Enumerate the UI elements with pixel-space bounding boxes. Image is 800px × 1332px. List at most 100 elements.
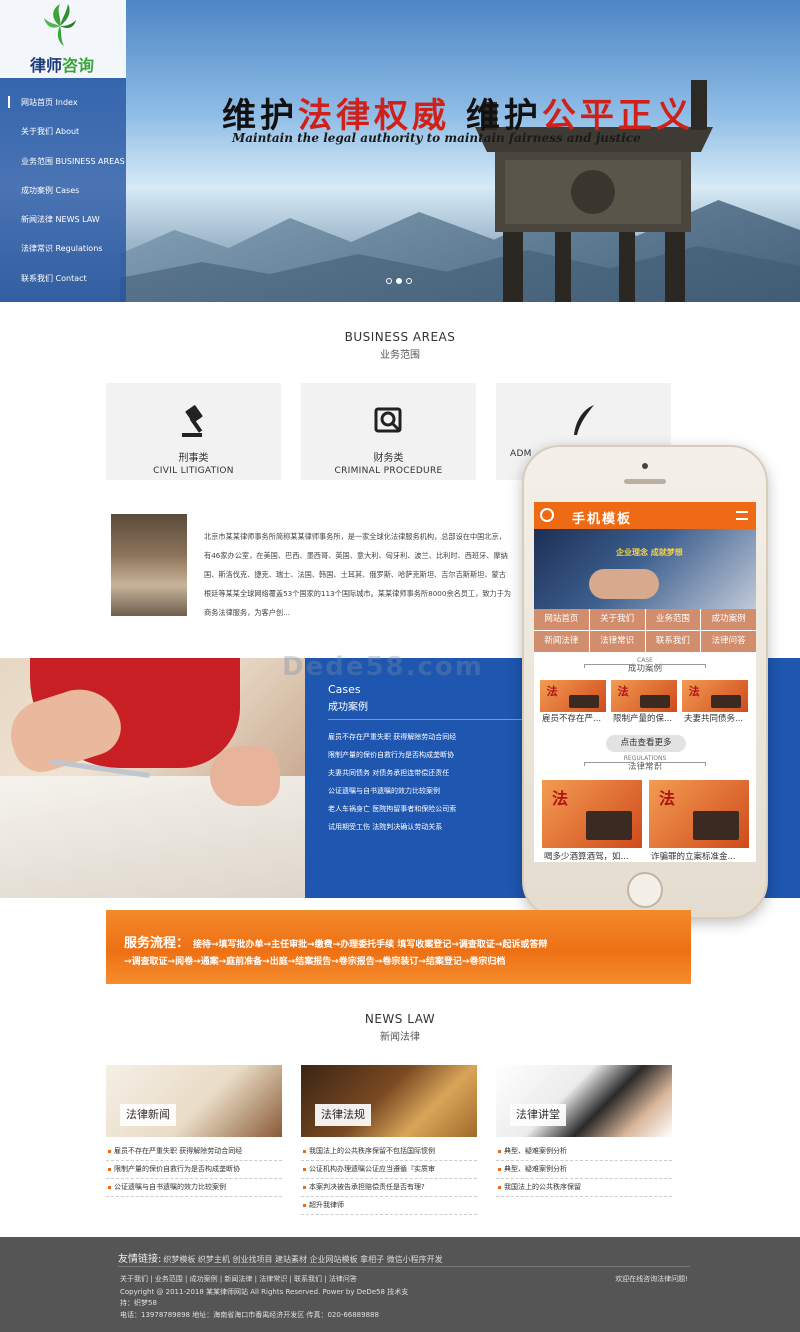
news-image[interactable]: 法律新闻 xyxy=(106,1065,282,1137)
nav-item-regulations[interactable]: 法律常识 Regulations xyxy=(0,234,126,263)
case-link[interactable]: 夫妻共同债务 对债务承担连带偿还责任 xyxy=(328,764,456,782)
phone-nav-item[interactable]: 网站首页 xyxy=(534,609,589,630)
process-line: →调查取证→阅卷→通案→庭前准备→出庭→结案报告→卷宗报告→卷宗装订→结案登记→… xyxy=(124,957,506,967)
phone-nav-item[interactable]: 法律常识 xyxy=(589,631,645,652)
menu-icon[interactable] xyxy=(736,511,748,520)
news-link[interactable]: 我国法上的公共秩序保留 xyxy=(496,1179,672,1197)
phone-nav-item[interactable]: 新闻法律 xyxy=(534,631,589,652)
about-line: 商务法律服务，为客户创... xyxy=(204,608,290,617)
search-icon[interactable] xyxy=(540,508,554,522)
phone-regulation-image[interactable]: 法 xyxy=(542,780,642,848)
business-card-criminal[interactable]: 财务类 CRIMINAL PROCEDURE xyxy=(301,383,476,480)
phone-case-image[interactable]: 法 xyxy=(540,680,606,712)
phone-regulation-image[interactable]: 法 xyxy=(649,780,749,848)
business-areas-title: BUSINESS AREAS 业务范围 xyxy=(0,330,800,361)
news-column: 法律法规 我国法上的公共秩序保留不包括国际惯例 公证机构办理遗嘱公证应当遵循『实… xyxy=(301,1065,477,1215)
phone-case-caption[interactable]: 限制产量的保... xyxy=(613,712,679,724)
nav-item-about[interactable]: 关于我们 About xyxy=(0,117,126,146)
quill-icon xyxy=(573,405,594,435)
friend-links-list[interactable]: 织梦模板 织梦主机 创业找项目 建站素材 企业网站模板 拿相子 微信小程序开发 xyxy=(163,1255,442,1264)
about-line: 根廷等某某全球网络覆盖53个国家的113个国际城市。某某律师事务所8000余名员… xyxy=(204,589,512,598)
phone-regulation-caption[interactable]: 诈骗罪的立案标准金... xyxy=(651,850,751,862)
footer-copyright: Copyright @ 2011-2018 某某律师网站 All Rights … xyxy=(120,1288,409,1296)
divider xyxy=(118,1266,690,1267)
news-link[interactable]: 超升我律师 xyxy=(301,1197,477,1215)
about-line: 北京市某某律师事务所简称某某律师事务所，是一家全球化法律服务机构，总部设在中国北… xyxy=(204,532,506,541)
case-link[interactable]: 雇员不存在严重失职 获得解除劳动合同经 xyxy=(328,728,456,746)
hero-slogan-en: Maintain the legal authority to maintain… xyxy=(232,131,641,145)
news-image[interactable]: 法律讲堂 xyxy=(496,1065,672,1137)
phone-more-button[interactable]: 点击查看更多 xyxy=(606,735,686,752)
divider xyxy=(328,719,528,720)
phone-nav-item[interactable]: 成功案例 xyxy=(701,609,756,630)
phone-banner-text: 企业理念 成就梦想 xyxy=(616,548,683,557)
news-link[interactable]: 公证遗嘱与自书遗嘱的效力比较案例 xyxy=(106,1179,282,1197)
news-column: 法律讲堂 典型、疑难案例分析 典型、疑难案例分析 我国法上的公共秩序保留 xyxy=(496,1065,672,1197)
case-link[interactable]: 限制产量的保价自救行为是否构成垄断协 xyxy=(328,746,456,764)
phone-regulations-title: REGULATIONS 法律常识 xyxy=(534,756,756,772)
card-title-en: CIVIL LITIGATION xyxy=(153,466,234,476)
nav-item-business-areas[interactable]: 业务范围 BUSINESS AREAS xyxy=(0,147,126,176)
process-label: 服务流程： xyxy=(124,936,190,951)
footer-support: 持：织梦58 xyxy=(120,1299,157,1307)
carousel-dot[interactable] xyxy=(406,278,412,284)
phone-case-image[interactable]: 法 xyxy=(611,680,677,712)
handshake-graphic xyxy=(589,569,659,599)
case-link[interactable]: 公证遗嘱与自书遗嘱的效力比较案例 xyxy=(328,782,456,800)
news-link[interactable]: 典型、疑难案例分析 xyxy=(496,1161,672,1179)
news-link[interactable]: 我国法上的公共秩序保留不包括国际惯例 xyxy=(301,1143,477,1161)
carousel-dots[interactable] xyxy=(386,278,412,284)
nav-item-cases[interactable]: 成功案例 Cases xyxy=(0,176,126,205)
phone-banner: 企业理念 成就梦想 xyxy=(534,529,756,609)
carousel-dot-active[interactable] xyxy=(396,278,402,284)
magnifier-icon xyxy=(374,407,401,433)
phone-case-image[interactable]: 法 xyxy=(682,680,748,712)
phone-header: 手机模板 xyxy=(534,502,756,529)
nav-item-news-law[interactable]: 新闻法律 NEWS LAW xyxy=(0,205,126,234)
phone-nav-item[interactable]: 关于我们 xyxy=(589,609,645,630)
nav-item-index[interactable]: 网站首页 Index xyxy=(0,88,126,117)
nav-item-contact[interactable]: 联系我们 Contact xyxy=(0,264,126,293)
card-title-cn: 财务类 xyxy=(373,453,404,464)
cases-title: Cases 成功案例 xyxy=(328,683,368,713)
friend-links: 友情链接: 织梦模板 织梦主机 创业找项目 建站素材 企业网站模板 拿相子 微信小… xyxy=(118,1250,443,1265)
cases-list: 雇员不存在严重失职 获得解除劳动合同经 限制产量的保价自救行为是否构成垄断协 夫… xyxy=(328,728,456,836)
phone-case-caption[interactable]: 夫妻共同债务... xyxy=(684,712,750,724)
gavel-icon xyxy=(181,405,203,437)
footer-contact: 电话：13978789898 地址：海南省海口市番禺经济开发区 传真：020-6… xyxy=(120,1311,379,1319)
news-link[interactable]: 本案判决被告承担赔偿责任是否有理? xyxy=(301,1179,477,1197)
phone-reg-title-cn: 法律常识 xyxy=(627,762,662,772)
phone-case-caption[interactable]: 雇员不存在严... xyxy=(542,712,608,724)
business-card-civil[interactable]: 刑事类 CIVIL LITIGATION xyxy=(106,383,281,480)
section-title-en: NEWS LAW xyxy=(364,1012,436,1026)
section-title-en: BUSINESS AREAS xyxy=(344,330,456,344)
phone-case-title: CASE 成功案例 xyxy=(534,658,756,674)
friend-links-heading: 友情链接: xyxy=(118,1254,162,1265)
phone-home-button xyxy=(627,872,663,908)
news-link[interactable]: 公证机构办理遗嘱公证应当遵循『实质审 xyxy=(301,1161,477,1179)
section-title-cn: 新闻法律 xyxy=(380,1032,420,1043)
phone-nav-item[interactable]: 法律问答 xyxy=(701,631,756,652)
footer: 友情链接: 织梦模板 织梦主机 创业找项目 建站素材 企业网站模板 拿相子 微信小… xyxy=(0,1237,800,1332)
carousel-dot[interactable] xyxy=(386,278,392,284)
phone-screen: 手机模板 企业理念 成就梦想 网站首页 关于我们 业务范围 成功案例 新闻法律 … xyxy=(534,502,756,862)
case-link[interactable]: 老人车祸身亡 医院拘留事者和保险公司索 xyxy=(328,800,456,818)
news-caption: 法律新闻 xyxy=(120,1104,176,1126)
footer-nav[interactable]: 关于我们 | 业务范围 | 成功案例 | 新闻法律 | 法律常识 | 联系我们 … xyxy=(120,1274,357,1284)
news-link[interactable]: 雇员不存在严重失职 获得解除劳动合同经 xyxy=(106,1143,282,1161)
phone-title: 手机模板 xyxy=(572,512,633,527)
case-link[interactable]: 试用期受工伤 法院判决确认劳动关系 xyxy=(328,818,456,836)
logo[interactable]: 律师咨询 xyxy=(0,0,126,78)
news-link[interactable]: 典型、疑难案例分析 xyxy=(496,1143,672,1161)
phone-speaker xyxy=(624,479,666,484)
cases-title-en: Cases xyxy=(328,683,361,696)
service-process-banner: 服务流程： 接待→填写批办单→主任审批→缴费→办理委托手续 填写收案登记→调查取证… xyxy=(106,910,691,984)
logo-pinwheel-icon xyxy=(44,4,76,46)
news-title: NEWS LAW 新闻法律 xyxy=(0,1012,800,1043)
news-link[interactable]: 限制产量的保价自救行为是否构成垄断协 xyxy=(106,1161,282,1179)
phone-regulation-caption[interactable]: 喝多少酒算酒驾，如... xyxy=(544,850,644,862)
phone-nav-item[interactable]: 联系我们 xyxy=(645,631,701,652)
phone-nav-item[interactable]: 业务范围 xyxy=(645,609,701,630)
news-image[interactable]: 法律法规 xyxy=(301,1065,477,1137)
phone-case-title-cn: 成功案例 xyxy=(627,664,662,674)
